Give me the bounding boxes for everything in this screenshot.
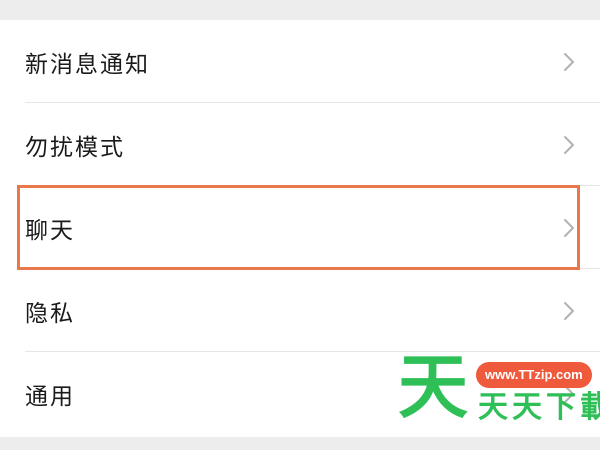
chevron-right-icon: [562, 52, 576, 72]
settings-item-label: 聊天: [25, 217, 75, 244]
settings-item-new-message-notification[interactable]: 新消息通知: [0, 20, 600, 103]
settings-item-label: 隐私: [25, 300, 75, 327]
watermark-url-badge: www.TTzip.com: [476, 362, 592, 388]
settings-item-chat[interactable]: 聊天: [0, 186, 600, 269]
chevron-right-icon: [562, 301, 576, 321]
settings-item-do-not-disturb[interactable]: 勿扰模式: [0, 103, 600, 186]
chevron-right-icon: [562, 218, 576, 238]
settings-item-label: 勿扰模式: [25, 134, 125, 161]
chevron-right-icon: [562, 135, 576, 155]
top-spacer: [0, 0, 600, 20]
settings-item-privacy[interactable]: 隐私: [0, 269, 600, 352]
watermark-big-char: 天: [398, 346, 468, 428]
bottom-spacer: [0, 437, 600, 450]
watermark-logo: 天 www.TTzip.com 天天下載: [398, 346, 600, 432]
watermark-site-name: 天天下載: [478, 390, 600, 425]
settings-item-label: 新消息通知: [25, 51, 150, 78]
